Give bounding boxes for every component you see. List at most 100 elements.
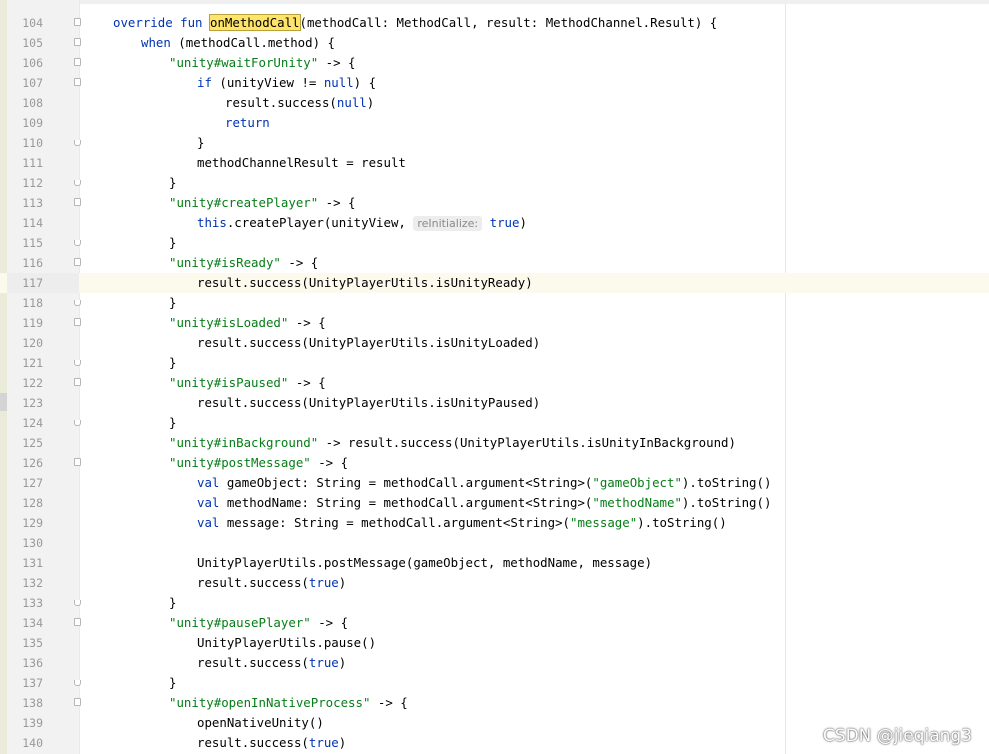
code-line[interactable]: 131 UnityPlayerUtils.postMessage(gameObje…	[0, 553, 989, 573]
line-number: 106	[22, 56, 43, 70]
code-line[interactable]: 136 result.success(true)	[0, 653, 989, 673]
line-number: 116	[22, 256, 43, 270]
code-line[interactable]: 137}	[0, 673, 989, 693]
code-text: result.success(UnityPlayerUtils.isUnityP…	[197, 393, 540, 413]
fold-toggle-icon[interactable]	[74, 38, 81, 46]
fold-end-icon[interactable]	[74, 420, 81, 426]
code-line[interactable]: 138 "unity#openInNativeProcess" -> {	[0, 693, 989, 713]
code-line[interactable]: 118}	[0, 293, 989, 313]
fold-toggle-icon[interactable]	[74, 58, 81, 66]
code-token: result.success(UnityPlayerUtils.isUnityL…	[197, 335, 541, 350]
line-number: 120	[22, 336, 43, 350]
keyword-token: val	[197, 475, 220, 490]
code-line[interactable]: 124}	[0, 413, 989, 433]
string-token: "unity#isReady"	[169, 255, 281, 270]
keyword-token: override fun	[113, 15, 210, 30]
code-line[interactable]: 105 when (methodCall.method) {	[0, 33, 989, 53]
code-text: "unity#inBackground" -> result.success(U…	[169, 433, 736, 453]
keyword-token: true	[308, 655, 339, 670]
code-text: "unity#pausePlayer" -> {	[169, 613, 348, 633]
fold-end-icon[interactable]	[74, 240, 81, 246]
code-line[interactable]: 114 this.createPlayer(unityView, reInitia…	[0, 213, 989, 233]
code-line[interactable]: 132 result.success(true)	[0, 573, 989, 593]
code-line[interactable]: 117 result.success(UnityPlayerUtils.isUni…	[0, 273, 989, 293]
fold-toggle-icon[interactable]	[74, 618, 81, 626]
code-line[interactable]: 128 val methodName: String = methodCall.a…	[0, 493, 989, 513]
code-line[interactable]: 123 result.success(UnityPlayerUtils.isUni…	[0, 393, 989, 413]
code-line[interactable]: 125 "unity#inBackground" -> result.succes…	[0, 433, 989, 453]
fold-end-icon[interactable]	[74, 180, 81, 186]
keyword-token: val	[197, 495, 220, 510]
fold-toggle-icon[interactable]	[74, 78, 81, 86]
code-line[interactable]: 113 "unity#createPlayer" -> {	[0, 193, 989, 213]
line-number: 104	[22, 16, 43, 30]
code-line[interactable]: 116 "unity#isReady" -> {	[0, 253, 989, 273]
line-number: 108	[22, 96, 43, 110]
string-token: "methodName"	[592, 495, 682, 510]
code-line[interactable]: 119 "unity#isLoaded" -> {	[0, 313, 989, 333]
code-text: result.success(true)	[197, 733, 346, 753]
code-text: }	[169, 173, 176, 193]
code-line[interactable]: 106 "unity#waitForUnity" -> {	[0, 53, 989, 73]
code-line[interactable]: 110}	[0, 133, 989, 153]
line-number: 138	[22, 696, 43, 710]
string-token: "unity#isPaused"	[169, 375, 289, 390]
line-number: 131	[22, 556, 43, 570]
code-line[interactable]: 133}	[0, 593, 989, 613]
code-text: }	[169, 673, 176, 693]
code-line[interactable]: 107 if (unityView != null) {	[0, 73, 989, 93]
line-number: 105	[22, 36, 43, 50]
line-number: 125	[22, 436, 43, 450]
keyword-token: null	[323, 75, 354, 90]
code-line[interactable]: 126 "unity#postMessage" -> {	[0, 453, 989, 473]
fold-toggle-icon[interactable]	[74, 258, 81, 266]
fold-toggle-icon[interactable]	[74, 698, 81, 706]
line-number: 122	[22, 376, 43, 390]
code-line[interactable]: 134 "unity#pausePlayer" -> {	[0, 613, 989, 633]
code-line[interactable]: 129 val message: String = methodCall.argu…	[0, 513, 989, 533]
code-line[interactable]: 109 return	[0, 113, 989, 133]
code-text: when (methodCall.method) {	[141, 33, 335, 53]
code-text: UnityPlayerUtils.pause()	[197, 633, 376, 653]
fold-toggle-icon[interactable]	[74, 18, 81, 26]
string-token: "message"	[570, 515, 638, 530]
code-token: )	[366, 95, 375, 110]
code-line[interactable]: 122 "unity#isPaused" -> {	[0, 373, 989, 393]
line-number: 135	[22, 636, 43, 650]
code-line[interactable]: 127 val gameObject: String = methodCall.a…	[0, 473, 989, 493]
code-token: }	[169, 355, 177, 370]
code-line[interactable]: 112}	[0, 173, 989, 193]
code-line[interactable]: 135 UnityPlayerUtils.pause()	[0, 633, 989, 653]
code-text: val message: String = methodCall.argumen…	[197, 513, 727, 533]
code-line[interactable]: 130	[0, 533, 989, 553]
fold-toggle-icon[interactable]	[74, 458, 81, 466]
line-number: 134	[22, 616, 43, 630]
code-token: }	[169, 415, 177, 430]
fold-end-icon[interactable]	[74, 140, 81, 146]
code-line[interactable]: 108 result.success(null)	[0, 93, 989, 113]
string-token: "unity#isLoaded"	[169, 315, 289, 330]
code-line[interactable]: 104 override fun onMethodCall(methodCall:…	[0, 13, 989, 33]
code-line[interactable]: 115}	[0, 233, 989, 253]
code-line[interactable]: 111 methodChannelResult = result	[0, 153, 989, 173]
code-editor[interactable]: 104 override fun onMethodCall(methodCall:…	[0, 13, 989, 753]
code-text: methodChannelResult = result	[197, 153, 406, 173]
fold-toggle-icon[interactable]	[74, 378, 81, 386]
code-text: }	[197, 133, 204, 153]
code-line[interactable]: 120 result.success(UnityPlayerUtils.isUni…	[0, 333, 989, 353]
code-token: }	[169, 235, 177, 250]
fold-toggle-icon[interactable]	[74, 198, 81, 206]
fold-end-icon[interactable]	[74, 300, 81, 306]
code-text: result.success(UnityPlayerUtils.isUnityL…	[197, 333, 540, 353]
code-line[interactable]: 121}	[0, 353, 989, 373]
fold-toggle-icon[interactable]	[74, 318, 81, 326]
keyword-token: return	[225, 115, 270, 130]
code-token: result.success(	[197, 655, 309, 670]
line-number: 114	[22, 216, 43, 230]
code-token: -> result.success(UnityPlayerUtils.isUni…	[318, 435, 736, 450]
fold-end-icon[interactable]	[74, 680, 81, 686]
fold-end-icon[interactable]	[74, 600, 81, 606]
code-token: methodName: String = methodCall.argument…	[219, 495, 593, 510]
fold-end-icon[interactable]	[74, 360, 81, 366]
code-token: }	[197, 135, 205, 150]
